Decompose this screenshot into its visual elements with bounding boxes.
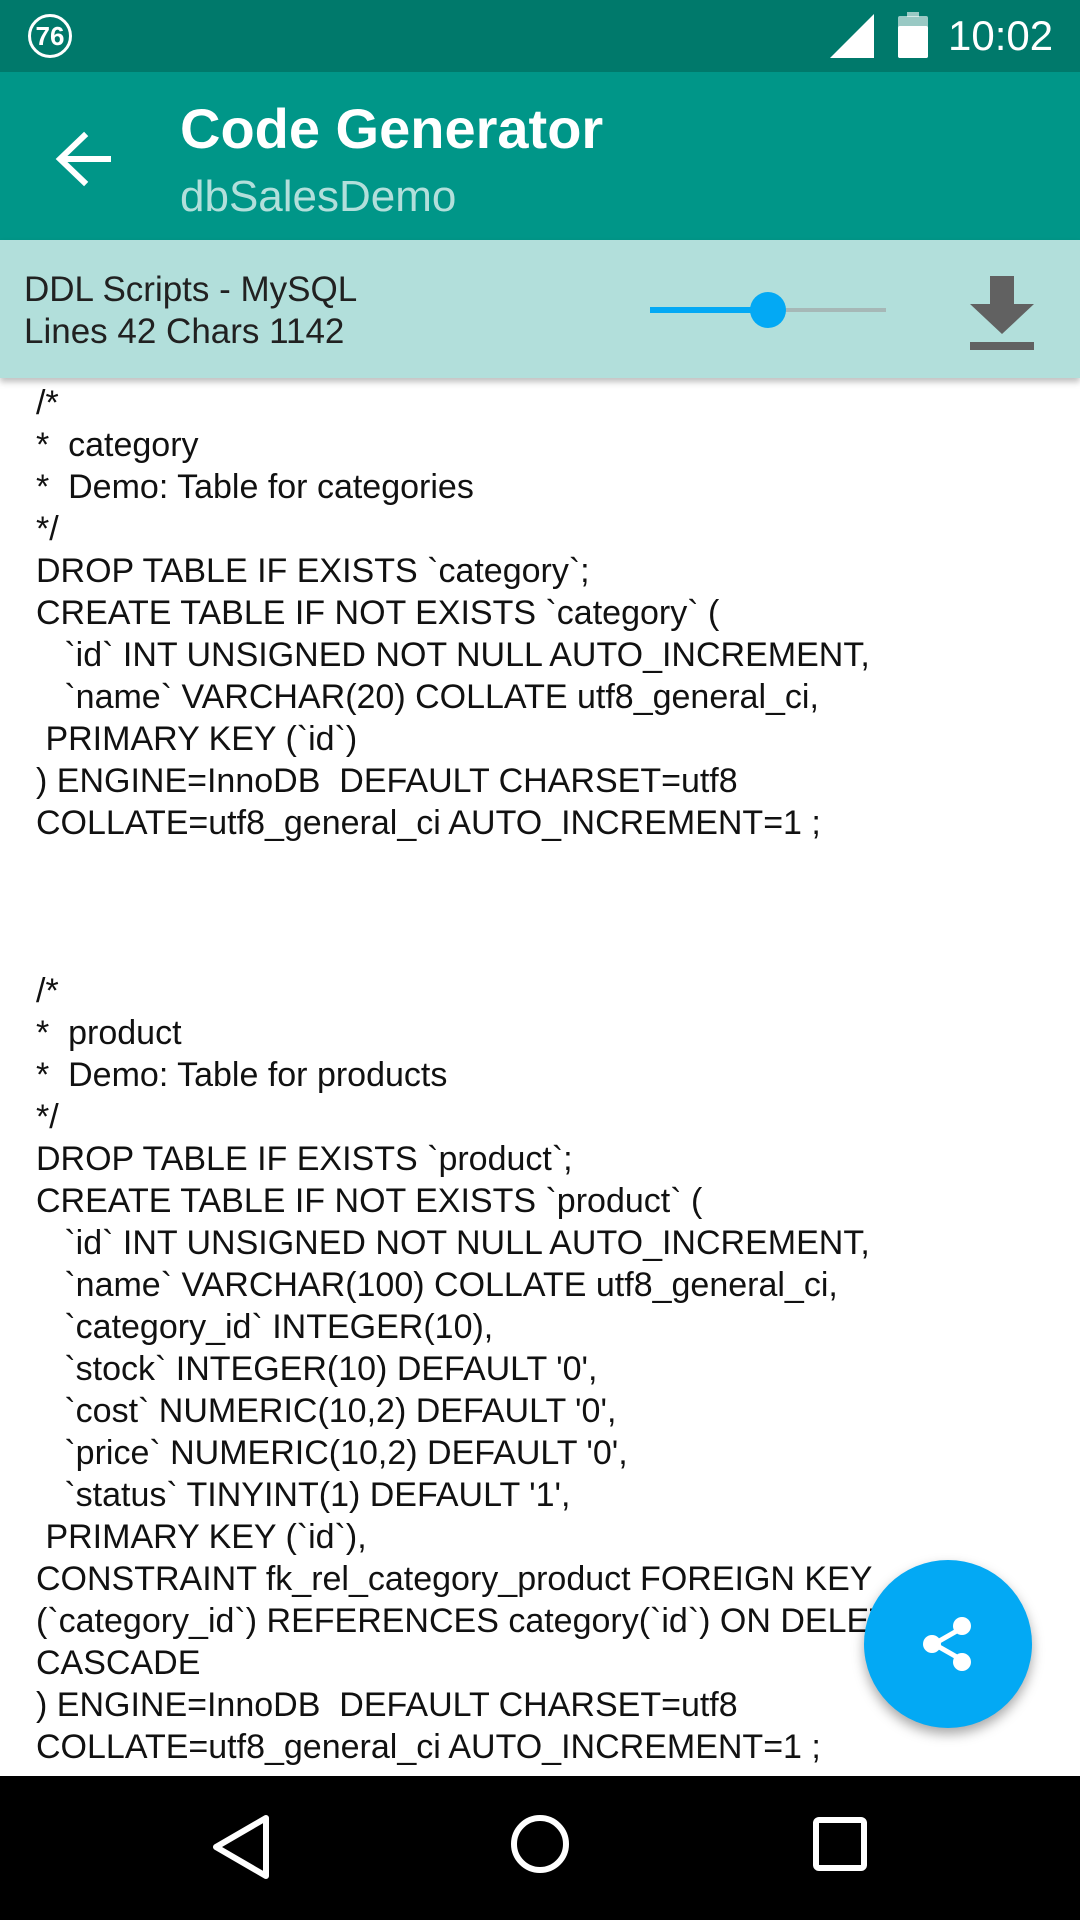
- share-icon: [923, 1617, 971, 1671]
- navigation-bar: [0, 1776, 1080, 1920]
- script-toolbar: DDL Scripts - MySQL Lines 42 Chars 1142: [0, 240, 1080, 378]
- script-stats-label: Lines 42 Chars 1142: [24, 312, 345, 351]
- zoom-slider[interactable]: [650, 290, 886, 330]
- page-title: Code Generator: [180, 97, 604, 160]
- nav-recents-icon[interactable]: [812, 1816, 868, 1872]
- slider-thumb[interactable]: [750, 292, 786, 328]
- page-subtitle: dbSalesDemo: [180, 172, 457, 221]
- status-clock: 10:02: [948, 12, 1054, 59]
- battery-icon: [898, 12, 928, 58]
- download-icon[interactable]: [960, 266, 1044, 356]
- signal-icon: [830, 14, 874, 58]
- nav-back-icon[interactable]: [210, 1812, 272, 1882]
- nav-home-icon[interactable]: [508, 1812, 572, 1876]
- status-bar: 76 10:02: [0, 0, 1080, 72]
- app-bar: Code Generator dbSalesDemo: [0, 72, 1080, 240]
- generated-code: /* * category * Demo: Table for categori…: [36, 384, 913, 1766]
- script-type-label: DDL Scripts - MySQL: [24, 270, 358, 309]
- arrow-back-icon[interactable]: [40, 114, 130, 204]
- notification-badge-icon: 76: [28, 14, 72, 58]
- share-button[interactable]: [864, 1560, 1032, 1728]
